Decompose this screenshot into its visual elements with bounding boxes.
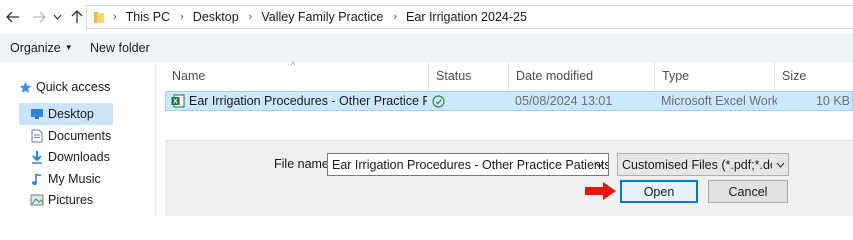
- pane-splitter[interactable]: [155, 62, 163, 216]
- sidebar-item-label: Documents: [48, 129, 112, 143]
- sidebar-item-label: My Music: [48, 172, 101, 186]
- column-header-status[interactable]: Status: [429, 62, 509, 90]
- svg-text:X: X: [173, 99, 178, 106]
- column-header-name[interactable]: Name: [165, 62, 429, 90]
- music-icon: [30, 172, 44, 186]
- sidebar-item-downloads[interactable]: Downloads: [30, 146, 150, 168]
- star-icon: [18, 80, 32, 94]
- column-header-type[interactable]: Type: [655, 62, 775, 90]
- dialog-footer: [165, 140, 853, 216]
- pictures-icon: [30, 193, 44, 207]
- file-name-value: Ear Irrigation Procedures - Other Practi…: [332, 157, 609, 172]
- file-name-label: File name:: [274, 157, 333, 171]
- file-name-input[interactable]: Ear Irrigation Procedures - Other Practi…: [327, 153, 609, 176]
- breadcrumb-chevron-icon: ›: [180, 11, 184, 23]
- address-bar-row: › This PC › Desktop › Valley Family Prac…: [0, 0, 853, 34]
- red-arrow-annotation-icon: [585, 182, 616, 200]
- chevron-down-icon[interactable]: [772, 154, 788, 175]
- breadcrumb-chevron-icon: ›: [113, 11, 117, 23]
- breadcrumb-valley-family-practice[interactable]: Valley Family Practice: [261, 10, 383, 24]
- organize-label: Organize: [10, 41, 61, 55]
- synced-check-icon: [432, 92, 452, 110]
- sidebar-item-pictures[interactable]: Pictures: [30, 189, 150, 211]
- file-type-cell: Microsoft Excel Work...: [661, 94, 777, 108]
- open-button[interactable]: Open: [620, 180, 698, 203]
- folder-icon: [93, 11, 105, 24]
- organize-menu[interactable]: Organize ▼: [10, 41, 73, 55]
- breadcrumb-ear-irrigation[interactable]: Ear Irrigation 2024-25: [406, 10, 527, 24]
- excel-file-icon: X: [171, 92, 187, 110]
- breadcrumb-chevron-icon: ›: [248, 11, 253, 23]
- sidebar-item-quick-access[interactable]: Quick access: [18, 76, 148, 98]
- breadcrumb-chevron-icon: ›: [393, 11, 398, 23]
- cancel-button[interactable]: Cancel: [708, 180, 788, 203]
- sidebar-item-label: Quick access: [36, 80, 111, 94]
- documents-icon: [30, 129, 44, 143]
- file-name-cell: Ear Irrigation Procedures - Other Practi…: [189, 94, 427, 108]
- command-toolbar: Organize ▼ New folder: [0, 34, 853, 62]
- address-bar[interactable]: › This PC › Desktop › Valley Family Prac…: [86, 5, 853, 29]
- sidebar-item-label: Pictures: [48, 193, 94, 207]
- new-folder-button[interactable]: New folder: [90, 41, 150, 55]
- forward-arrow-icon[interactable]: [30, 8, 48, 26]
- breadcrumb-desktop[interactable]: Desktop: [193, 10, 239, 24]
- file-size-cell: 10 KB: [815, 94, 850, 108]
- column-header-size[interactable]: Size: [775, 62, 853, 90]
- sidebar-item-documents[interactable]: Documents: [30, 125, 150, 147]
- file-type-value: Customised Files (*.pdf;*.docx;*: [622, 157, 789, 172]
- up-arrow-icon[interactable]: [68, 8, 86, 26]
- breadcrumb-this-pc[interactable]: This PC: [126, 10, 170, 24]
- back-arrow-icon[interactable]: [4, 8, 22, 26]
- navigation-pane: Quick access Desktop Documents Downloads…: [0, 62, 155, 216]
- sidebar-item-label: Desktop: [48, 107, 94, 121]
- file-type-select[interactable]: Customised Files (*.pdf;*.docx;*: [617, 153, 789, 176]
- sort-ascending-icon: ^: [291, 60, 296, 70]
- desktop-icon: [30, 107, 44, 121]
- caret-down-icon: ▼: [64, 43, 73, 52]
- file-row[interactable]: X Ear Irrigation Procedures - Other Prac…: [165, 91, 853, 111]
- column-header-date-modified[interactable]: Date modified: [509, 62, 655, 90]
- chevron-down-icon[interactable]: [590, 154, 608, 175]
- sidebar-item-desktop[interactable]: Desktop: [19, 103, 113, 125]
- recent-locations-chevron-icon[interactable]: [51, 8, 63, 26]
- sidebar-item-label: Downloads: [48, 150, 110, 164]
- sidebar-item-my-music[interactable]: My Music: [30, 168, 150, 190]
- downloads-icon: [30, 150, 44, 164]
- file-date-cell: 05/08/2024 13:01: [515, 94, 613, 108]
